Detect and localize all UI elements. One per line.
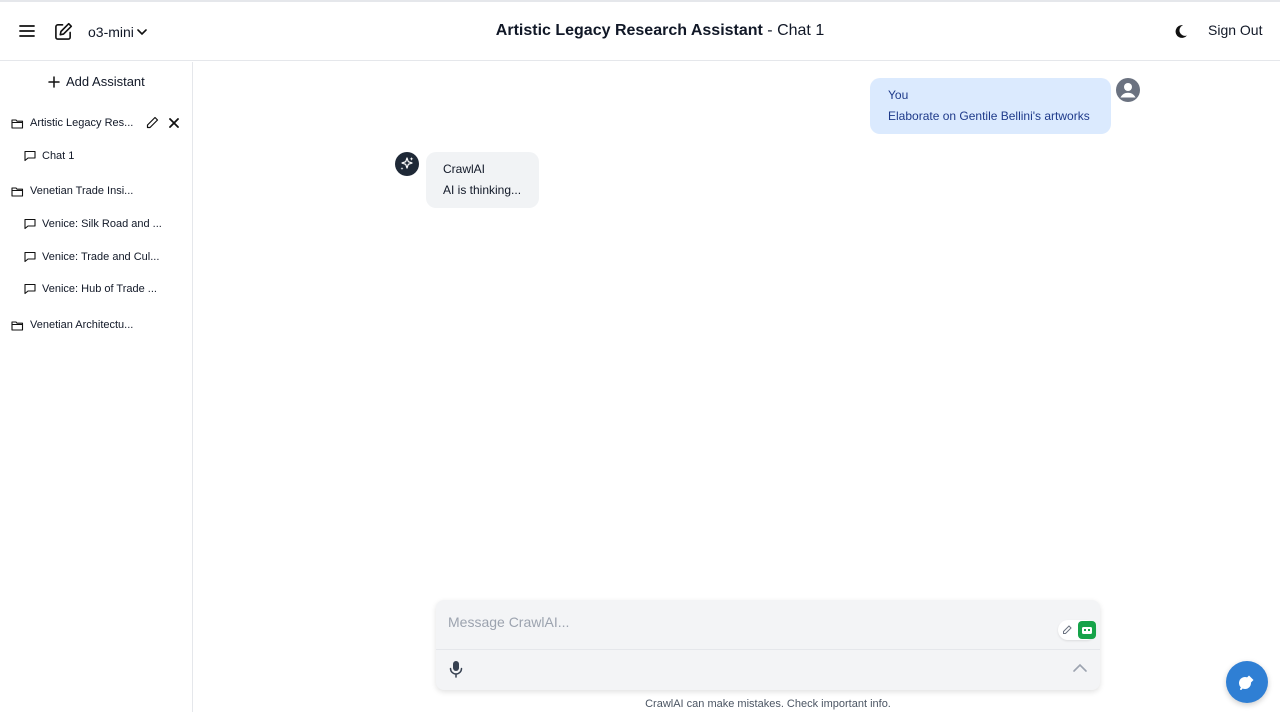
folder-label: Venetian Architectu... bbox=[30, 319, 134, 331]
microphone-icon[interactable] bbox=[448, 660, 464, 678]
plus-icon bbox=[48, 75, 60, 88]
folder-artistic-legacy[interactable]: Artistic Legacy Res... bbox=[11, 116, 189, 129]
new-chat-button[interactable] bbox=[50, 18, 76, 44]
chat-item-silk-road[interactable]: Venice: Silk Road and ... bbox=[24, 218, 184, 230]
disclaimer-text: CrawlAI can make mistakes. Check importa… bbox=[645, 698, 891, 710]
folder-label: Venetian Trade Insi... bbox=[30, 185, 134, 197]
chat-label: Venice: Trade and Cul... bbox=[42, 251, 160, 263]
chat-title: - Chat 1 bbox=[762, 22, 825, 39]
add-assistant-button[interactable]: Add Assistant bbox=[48, 74, 145, 89]
message-text: AI is thinking... bbox=[443, 183, 522, 197]
sparkle-icon bbox=[400, 157, 414, 170]
sign-out-button[interactable]: Sign Out bbox=[1208, 22, 1262, 38]
folder-icon bbox=[11, 186, 24, 197]
menu-icon bbox=[19, 25, 35, 37]
theme-toggle[interactable] bbox=[1170, 19, 1192, 43]
close-icon[interactable] bbox=[169, 117, 179, 128]
ai-message: CrawlAI AI is thinking... bbox=[426, 152, 539, 208]
message-input[interactable] bbox=[448, 610, 1048, 634]
chat-item-chat-1[interactable]: Chat 1 bbox=[24, 150, 184, 162]
message-sender: You bbox=[888, 88, 909, 102]
folder-venetian-trade[interactable]: Venetian Trade Insi... bbox=[11, 185, 189, 197]
top-bar: o3-mini Artistic Legacy Research Assista… bbox=[0, 2, 1280, 61]
message-text: Elaborate on Gentile Bellini's artworks bbox=[888, 109, 1090, 123]
folder-actions bbox=[146, 116, 179, 129]
add-assistant-label: Add Assistant bbox=[66, 74, 145, 89]
pen-icon bbox=[1063, 625, 1072, 634]
folder-venetian-architecture[interactable]: Venetian Architectu... bbox=[11, 319, 189, 331]
pencil-icon[interactable] bbox=[146, 116, 159, 129]
chat-label: Venice: Hub of Trade ... bbox=[42, 283, 157, 295]
chat-area: You Elaborate on Gentile Bellini's artwo… bbox=[193, 62, 1280, 712]
chat-fab-button[interactable] bbox=[1226, 661, 1268, 703]
assistant-title: Artistic Legacy Research Assistant bbox=[495, 22, 763, 39]
sidebar: Add Assistant Artistic Legacy Res... Cha… bbox=[0, 62, 193, 712]
user-avatar-icon bbox=[1116, 78, 1140, 102]
chat-label: Venice: Silk Road and ... bbox=[42, 218, 162, 230]
user-message: You Elaborate on Gentile Bellini's artwo… bbox=[870, 78, 1111, 134]
model-selector[interactable]: o3-mini bbox=[88, 20, 147, 44]
menu-button[interactable] bbox=[14, 18, 40, 44]
ai-avatar bbox=[395, 152, 419, 176]
extension-icon bbox=[1078, 621, 1096, 639]
chevron-down-icon bbox=[137, 28, 147, 35]
folder-icon bbox=[11, 320, 24, 331]
compose-icon bbox=[54, 22, 72, 40]
message-composer bbox=[436, 600, 1100, 690]
folder-label: Artistic Legacy Res... bbox=[30, 117, 134, 129]
chat-label: Chat 1 bbox=[42, 150, 75, 162]
folder-icon bbox=[11, 118, 24, 129]
chat-item-hub-of-trade[interactable]: Venice: Hub of Trade ... bbox=[24, 283, 184, 295]
chat-bubble-icon bbox=[24, 218, 36, 230]
chat-bubble-icon bbox=[24, 283, 36, 295]
user-avatar bbox=[1116, 78, 1140, 102]
chat-item-trade-culture[interactable]: Venice: Trade and Cul... bbox=[24, 251, 184, 263]
chat-fab-icon bbox=[1239, 675, 1254, 690]
chat-bubble-icon bbox=[24, 150, 36, 162]
moon-icon bbox=[1175, 24, 1187, 38]
page-title: Artistic Legacy Research Assistant - Cha… bbox=[0, 22, 1280, 40]
input-extension-badge[interactable] bbox=[1058, 620, 1096, 640]
chat-bubble-icon bbox=[24, 251, 36, 263]
message-sender: CrawlAI bbox=[443, 162, 486, 176]
chevron-up-icon[interactable] bbox=[1072, 660, 1088, 676]
model-name: o3-mini bbox=[88, 24, 134, 40]
